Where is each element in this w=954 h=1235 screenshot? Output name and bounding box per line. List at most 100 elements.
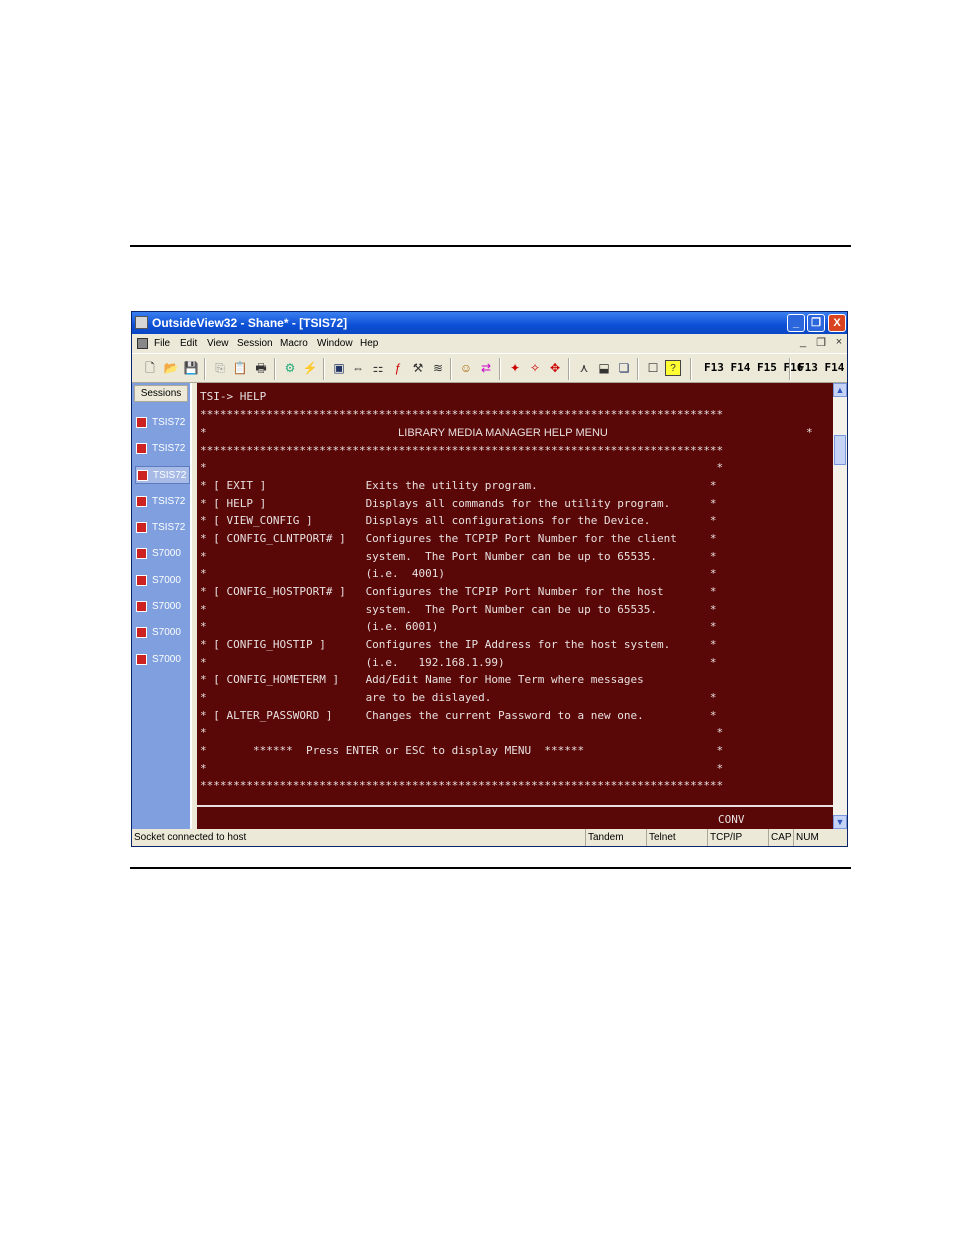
- session-item[interactable]: S7000: [135, 624, 190, 642]
- menu-window[interactable]: Window: [317, 338, 353, 349]
- session-item[interactable]: S7000: [135, 572, 190, 590]
- scroll-down-button[interactable]: ▼: [833, 815, 847, 829]
- toolbar-separator: [690, 358, 692, 380]
- users-icon[interactable]: ☺: [458, 360, 474, 376]
- session-item[interactable]: TSIS72: [135, 493, 190, 511]
- toolbar-separator: [568, 358, 570, 380]
- restore-button[interactable]: ❐: [807, 314, 825, 332]
- close-button[interactable]: X: [828, 314, 846, 332]
- transfer-icon[interactable]: ⇄: [478, 360, 494, 376]
- mdi-restore-button[interactable]: ❐: [814, 336, 828, 349]
- new-file-icon[interactable]: 🗋: [142, 360, 158, 376]
- terminal-icon: [136, 627, 147, 638]
- open-folder-icon[interactable]: 📂: [163, 360, 179, 376]
- menu-edit[interactable]: Edit: [180, 338, 197, 349]
- scroll-thumb[interactable]: [834, 435, 846, 465]
- menu-file[interactable]: File: [154, 338, 170, 349]
- connect-icon[interactable]: ⚙: [282, 360, 298, 376]
- terminal-star-border: ****************************************…: [200, 408, 724, 421]
- macro-play-icon[interactable]: ✧: [527, 360, 543, 376]
- terminal-line: * [ CONFIG_HOMETERM ] Add/Edit Name for …: [200, 673, 644, 686]
- terminal-line: * *: [200, 762, 724, 775]
- toolbar-separator: [323, 358, 325, 380]
- function-icon[interactable]: ƒ: [390, 360, 406, 376]
- terminal-line: * [ HELP ] Displays all commands for the…: [200, 497, 717, 510]
- terminal-icon: [136, 548, 147, 559]
- terminal-line: * ****** Press ENTER or ESC to display M…: [200, 744, 724, 757]
- terminal-icon: [136, 654, 147, 665]
- window-title: OutsideView32 - Shane* - [TSIS72]: [152, 316, 348, 330]
- toolbar-separator: [274, 358, 276, 380]
- menu-macro[interactable]: Macro: [280, 338, 308, 349]
- save-icon[interactable]: 💾: [183, 360, 199, 376]
- session-item-selected[interactable]: TSIS72: [135, 466, 190, 484]
- mdi-close-button[interactable]: ×: [832, 336, 846, 348]
- terminal-line: * [ CONFIG_HOSTPORT# ] Configures the TC…: [200, 585, 717, 598]
- scroll-up-button[interactable]: ▲: [833, 383, 847, 397]
- session-item[interactable]: S7000: [135, 545, 190, 563]
- terminal-screen[interactable]: TSI-> HELP *****************************…: [197, 383, 833, 829]
- link-icon[interactable]: ⇔: [350, 360, 366, 376]
- terminal-line: * [ CONFIG_HOSTIP ] Configures the IP Ad…: [200, 638, 717, 651]
- script-icon[interactable]: ≋: [430, 360, 446, 376]
- copy-icon[interactable]: ⎘: [212, 360, 228, 376]
- function-keys-f13-f14[interactable]: F13 F14: [798, 361, 844, 374]
- macro-stop-icon[interactable]: ✥: [547, 360, 563, 376]
- tools-icon[interactable]: ⚒: [410, 360, 426, 376]
- status-num-lock: NUM: [793, 829, 821, 846]
- vertical-scrollbar[interactable]: ▲ ▼: [833, 383, 847, 829]
- terminal-line: * system. The Port Number can be up to 6…: [200, 550, 717, 563]
- terminal-title: LIBRARY MEDIA MANAGER HELP MENU: [398, 427, 608, 439]
- terminal-icon: [136, 601, 147, 612]
- monitor-icon[interactable]: ▣: [331, 360, 347, 376]
- terminal-star-border: ****************************************…: [200, 779, 724, 792]
- help-icon[interactable]: ?: [665, 360, 681, 376]
- terminal-icon: [137, 470, 148, 481]
- session-item[interactable]: S7000: [135, 598, 190, 616]
- top-rule: [130, 245, 851, 247]
- menu-help[interactable]: Hep: [360, 338, 378, 349]
- mdi-minimize-button[interactable]: _: [796, 336, 810, 348]
- print-icon[interactable]: 🖶: [253, 360, 269, 376]
- sessions-header: Sessions: [134, 385, 188, 402]
- terminal-separator: [197, 805, 833, 807]
- toolbar-separator: [789, 358, 791, 380]
- status-bar: Socket connected to host Tandem Telnet T…: [132, 829, 847, 846]
- terminal-icon: [136, 417, 147, 428]
- session-item[interactable]: TSIS72: [135, 440, 190, 458]
- download-icon[interactable]: ⬓: [596, 360, 612, 376]
- minimize-button[interactable]: _: [787, 314, 805, 332]
- disconnect-icon[interactable]: ⚡: [302, 360, 318, 376]
- terminal-prompt: TSI-> HELP: [200, 390, 267, 403]
- status-message: Socket connected to host: [134, 832, 247, 843]
- session-item[interactable]: TSIS72: [135, 414, 190, 432]
- paste-icon[interactable]: 📋: [232, 360, 248, 376]
- toolbar-separator: [204, 358, 206, 380]
- status-caps-lock: CAP: [768, 829, 793, 846]
- title-bar[interactable]: OutsideView32 - Shane* - [TSIS72] _ ❐ X: [132, 312, 847, 334]
- menu-session[interactable]: Session: [237, 338, 273, 349]
- terminal-line: * *: [200, 461, 724, 474]
- terminal-line: * [ ALTER_PASSWORD ] Changes the current…: [200, 709, 717, 722]
- terminal-status-conv: CONV: [718, 813, 745, 826]
- terminal-line: * [ CONFIG_CLNTPORT# ] Configures the TC…: [200, 532, 717, 545]
- window-icon[interactable]: ☐: [645, 360, 661, 376]
- toolbar: 🗋 📂 💾 ⎘ 📋 🖶 ⚙ ⚡ ▣ ⇔ ⚏ ƒ ⚒ ≋ ☺ ⇄ ✦ ✧ ✥ ⋏ …: [132, 353, 847, 383]
- windows-icon[interactable]: ❏: [616, 360, 632, 376]
- terminal-line: * (i.e. 6001) *: [200, 620, 717, 633]
- toolbar-separator: [637, 358, 639, 380]
- toolbar-separator: [499, 358, 501, 380]
- session-item[interactable]: TSIS72: [135, 519, 190, 537]
- document-icon[interactable]: [137, 338, 148, 349]
- terminal-icon: [136, 522, 147, 533]
- terminal-line: * *: [200, 726, 724, 739]
- macro-record-icon[interactable]: ✦: [507, 360, 523, 376]
- outsideview-window: OutsideView32 - Shane* - [TSIS72] _ ❐ X …: [131, 311, 848, 847]
- session-item[interactable]: S7000: [135, 651, 190, 669]
- menu-view[interactable]: View: [207, 338, 229, 349]
- binary-icon[interactable]: ⚏: [370, 360, 386, 376]
- terminal-line: * (i.e. 4001) *: [200, 567, 717, 580]
- tile-icon[interactable]: ⋏: [576, 360, 592, 376]
- terminal-line: * (i.e. 192.168.1.99) *: [200, 656, 717, 669]
- bottom-rule: [130, 867, 851, 869]
